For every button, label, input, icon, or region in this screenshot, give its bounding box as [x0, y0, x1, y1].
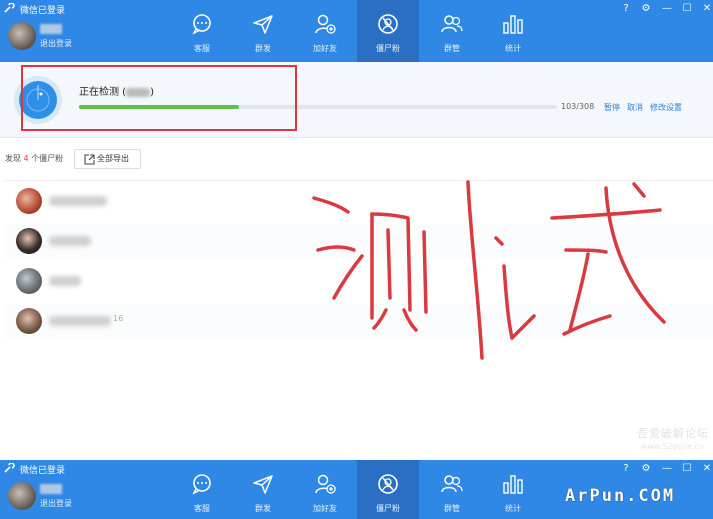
- paper-plane-icon: [253, 15, 273, 34]
- avatar: [16, 268, 42, 294]
- top-bar: 微信已登录 退出登录 ? ⚙ — ☐ ✕ 客服 群发 加好友 僵尸粉 群管 统计: [0, 0, 713, 62]
- brand-watermark: ArPun.COM: [565, 486, 676, 506]
- handwriting-annotation: [312, 180, 666, 360]
- tab-label: 加好友: [313, 44, 337, 53]
- row-tail: 16: [113, 314, 124, 323]
- found-summary: 发现 4 个僵尸粉: [5, 153, 63, 164]
- zombie-fan-icon: [378, 474, 398, 494]
- maximize-button[interactable]: ☐: [681, 3, 693, 15]
- tab-label: 客服: [194, 44, 210, 53]
- found-suffix: 个僵尸粉: [31, 154, 64, 163]
- found-prefix: 发现: [5, 154, 21, 163]
- wrench-icon: [4, 3, 15, 13]
- avatar: [16, 228, 42, 254]
- tab-statistics[interactable]: 统计: [482, 460, 544, 519]
- help-icon[interactable]: ?: [620, 3, 632, 15]
- tab-label: 加好友: [313, 504, 337, 513]
- close-button[interactable]: ✕: [701, 463, 713, 475]
- avatar[interactable]: [8, 482, 36, 510]
- account-name-blurred: [40, 24, 62, 34]
- tab-zombie-fans[interactable]: 僵尸粉: [357, 0, 419, 62]
- bar-chart-icon: [503, 15, 523, 34]
- zombie-fan-icon: [378, 14, 398, 34]
- window-title: 微信已登录: [20, 6, 66, 16]
- modify-settings-button[interactable]: 修改设置: [650, 102, 682, 113]
- settings-icon[interactable]: ⚙: [640, 3, 652, 15]
- logout-link[interactable]: 退出登录: [40, 498, 72, 509]
- paper-plane-icon: [253, 475, 273, 494]
- group-manage-icon: [441, 15, 463, 33]
- tab-label: 客服: [194, 504, 210, 513]
- export-label: 全部导出: [97, 154, 129, 163]
- tab-label: 统计: [505, 44, 521, 53]
- close-button[interactable]: ✕: [701, 3, 713, 15]
- name-blurred: [49, 316, 111, 326]
- minimize-button[interactable]: —: [661, 3, 673, 15]
- tab-label: 群管: [444, 44, 460, 53]
- logout-link[interactable]: 退出登录: [40, 38, 72, 49]
- tab-group-manage[interactable]: 群管: [421, 0, 483, 62]
- tab-zombie-fans[interactable]: 僵尸粉: [357, 460, 419, 519]
- group-manage-icon: [441, 475, 463, 493]
- tab-statistics[interactable]: 统计: [482, 0, 544, 62]
- help-icon[interactable]: ?: [620, 463, 632, 475]
- cancel-button[interactable]: 取消: [627, 102, 643, 113]
- found-count: 4: [23, 154, 29, 163]
- progress-count: 103/308: [561, 102, 595, 111]
- tab-add-friend[interactable]: 加好友: [294, 0, 356, 62]
- tab-label: 僵尸粉: [376, 44, 400, 53]
- chat-bubble-icon: [192, 474, 211, 495]
- name-blurred: [49, 276, 81, 286]
- avatar: [16, 188, 42, 214]
- bar-chart-icon: [503, 475, 523, 494]
- watermark-url: www.52pojie.cn: [641, 442, 704, 451]
- tab-customer-service[interactable]: 客服: [171, 0, 233, 62]
- export-icon: [84, 154, 95, 165]
- add-friend-icon: [315, 14, 336, 34]
- minimize-button[interactable]: —: [661, 463, 673, 475]
- tab-label: 群发: [255, 504, 271, 513]
- tab-label: 僵尸粉: [376, 504, 400, 513]
- account-name-blurred: [40, 484, 62, 494]
- tab-mass-send[interactable]: 群发: [232, 0, 294, 62]
- app-window: 微信已登录 退出登录 ? ⚙ — ☐ ✕ 客服 群发 加好友 僵尸粉 群管 统计…: [0, 0, 713, 519]
- wrench-icon: [4, 463, 15, 473]
- tab-group-manage[interactable]: 群管: [421, 460, 483, 519]
- add-friend-icon: [315, 474, 336, 494]
- window-title: 微信已登录: [20, 466, 66, 476]
- export-all-button[interactable]: 全部导出: [74, 149, 141, 169]
- avatar: [16, 308, 42, 334]
- maximize-button[interactable]: ☐: [681, 463, 693, 475]
- tab-mass-send[interactable]: 群发: [232, 460, 294, 519]
- watermark-text: 吾爱破解论坛: [637, 427, 709, 440]
- tab-label: 群发: [255, 44, 271, 53]
- tab-label: 群管: [444, 504, 460, 513]
- settings-icon[interactable]: ⚙: [640, 463, 652, 475]
- tab-add-friend[interactable]: 加好友: [294, 460, 356, 519]
- chat-bubble-icon: [192, 14, 211, 35]
- pause-button[interactable]: 暂停: [604, 102, 620, 113]
- tab-label: 统计: [505, 504, 521, 513]
- name-blurred: [49, 236, 91, 246]
- avatar[interactable]: [8, 22, 36, 50]
- tab-customer-service[interactable]: 客服: [171, 460, 233, 519]
- highlight-box: [21, 65, 297, 131]
- name-blurred: [49, 196, 107, 206]
